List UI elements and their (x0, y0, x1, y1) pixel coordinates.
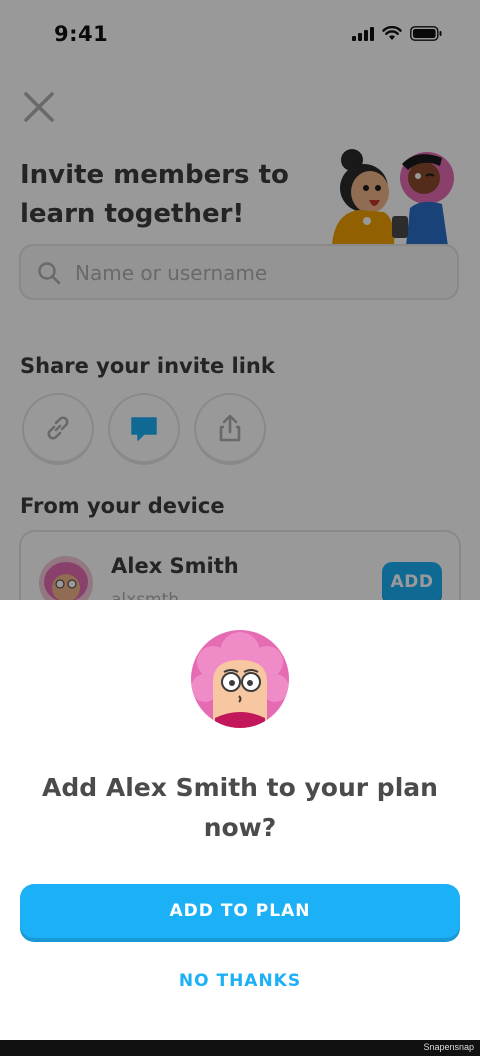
no-thanks-button[interactable]: NO THANKS (140, 966, 340, 996)
confirm-sheet: Add Alex Smith to your plan now? ADD TO … (0, 600, 480, 1040)
member-avatar (191, 630, 289, 728)
confirm-title: Add Alex Smith to your plan now? (42, 773, 438, 842)
footer-bar (0, 1040, 480, 1056)
modal-backdrop[interactable] (0, 0, 480, 600)
add-to-plan-button[interactable]: ADD TO PLAN (20, 884, 460, 938)
watermark: Snapensnap (423, 1042, 474, 1052)
invite-screen: 9:41 Invite members to learn together! N… (0, 0, 480, 1040)
